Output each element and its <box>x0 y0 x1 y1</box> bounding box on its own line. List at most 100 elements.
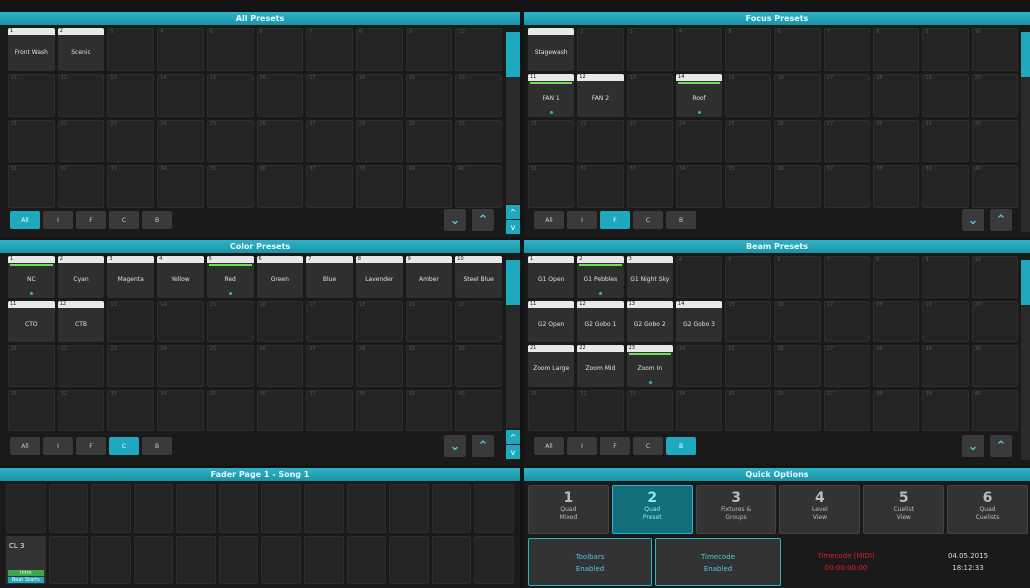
scrollbar[interactable] <box>1021 260 1030 460</box>
scroll-up-icon[interactable]: ⌃ <box>990 209 1012 231</box>
filter-button[interactable]: I <box>43 211 73 229</box>
empty-preset-slot: 33 <box>107 389 155 431</box>
preset-number: 15 <box>728 74 735 81</box>
scroll-up-icon[interactable]: ⌃ <box>472 209 494 231</box>
preset-cell[interactable]: 12 G2 Gobo 1 <box>577 300 624 342</box>
filter-button[interactable]: C <box>633 437 663 455</box>
scroll-up-icon[interactable]: ⌃ <box>472 435 494 457</box>
cue-step: Intro <box>8 570 44 576</box>
quick-option-button[interactable]: 1 Quad Mixed <box>528 485 609 534</box>
preset-number: 40 <box>458 166 465 173</box>
preset-cell[interactable]: 7 Blue <box>306 256 353 298</box>
preset-cell[interactable]: 13 G2 Gobo 2 <box>626 300 673 342</box>
preset-cell[interactable]: 11 FAN 1 <box>528 73 575 117</box>
preset-cell[interactable]: 3 G1 Night Sky <box>626 256 673 298</box>
quick-option-button[interactable]: 3 Fixtures & Groups <box>695 485 777 534</box>
filter-button[interactable]: B <box>142 211 172 229</box>
filter-button[interactable]: F <box>600 437 630 455</box>
filter-button[interactable]: I <box>43 437 73 455</box>
scroll-down-arrow[interactable]: v <box>506 220 520 234</box>
preset-cell[interactable]: Stagewash <box>528 28 575 71</box>
filter-button[interactable]: F <box>76 437 106 455</box>
preset-cell[interactable]: 23 Zoom In <box>626 345 673 387</box>
filter-button[interactable]: All <box>534 211 564 229</box>
preset-cell[interactable]: 2 G1 Pebbles <box>577 256 624 298</box>
empty-preset-slot: 15 <box>206 300 254 342</box>
preset-cell[interactable]: 3 Magenta <box>107 256 155 298</box>
filter-button[interactable]: B <box>666 211 696 229</box>
preset-number: 24 <box>678 346 686 352</box>
preset-cell[interactable]: 10 Steel Blue <box>455 256 502 298</box>
preset-number: 15 <box>728 301 735 308</box>
empty-preset-slot: 19 <box>922 300 969 342</box>
filter-button[interactable]: F <box>600 211 630 229</box>
filter-button[interactable]: All <box>10 437 40 455</box>
preset-label: Blue <box>322 276 337 284</box>
preset-cell[interactable]: 6 Green <box>256 256 304 298</box>
filter-button[interactable]: B <box>142 437 172 455</box>
quick-option-button[interactable]: 6 Quad Cuelists <box>947 485 1028 534</box>
empty-preset-slot: 10 <box>971 28 1018 71</box>
filter-button[interactable]: C <box>109 211 139 229</box>
quick-option-button[interactable]: 2 Quad Preset <box>611 485 693 534</box>
timecode-toggle[interactable]: Timecode Enabled <box>655 538 781 586</box>
scroll-down-arrow[interactable]: v <box>506 445 520 459</box>
filter-button[interactable]: F <box>76 211 106 229</box>
scroll-up-icon[interactable]: ⌃ <box>990 435 1012 457</box>
empty-preset-slot: 16 <box>774 73 821 117</box>
filter-button[interactable]: All <box>534 437 564 455</box>
preset-cell[interactable]: 5 Red <box>206 256 254 298</box>
preset-number: 8 <box>358 29 363 35</box>
preset-cell[interactable]: 14 G2 Gobo 3 <box>675 300 723 342</box>
preset-cell[interactable]: 11 G2 Open <box>528 300 575 342</box>
cuelist-fader-cell[interactable]: CL 3 Intro Beat Starts <box>6 535 46 584</box>
preset-cell[interactable]: 12 CTB <box>57 300 105 342</box>
filter-button[interactable]: All <box>10 211 40 229</box>
option-number: 6 <box>982 490 993 506</box>
preset-number: 35 <box>728 166 735 173</box>
quick-option-button[interactable]: 5 Cuelist View <box>863 485 945 534</box>
preset-number: 7 <box>826 257 830 263</box>
filter-button[interactable]: I <box>567 211 597 229</box>
scroll-down-icon[interactable]: ⌄ <box>962 209 984 231</box>
filter-bar: All I F C B <box>0 207 172 233</box>
empty-fader-slot <box>474 484 514 533</box>
filter-button[interactable]: C <box>633 211 663 229</box>
scrollbar[interactable] <box>506 260 520 428</box>
empty-preset-slot: 4 <box>675 256 723 298</box>
preset-cell[interactable]: 1 Front Wash <box>8 28 55 71</box>
empty-fader-slot <box>48 484 89 533</box>
preset-cell[interactable]: 2 Scenic <box>57 28 105 71</box>
empty-preset-slot: 17 <box>823 300 871 342</box>
preset-cell[interactable]: 14 Roof <box>675 73 723 117</box>
preset-cell[interactable]: 1 G1 Open <box>528 256 575 298</box>
empty-preset-slot: 33 <box>626 165 673 208</box>
scroll-up-arrow[interactable]: ^ <box>506 430 520 444</box>
preset-number: 20 <box>974 301 982 308</box>
scrollbar[interactable] <box>506 32 520 204</box>
scroll-down-icon[interactable]: ⌄ <box>444 209 466 231</box>
toolbars-toggle[interactable]: Toolbars Enabled <box>528 538 652 586</box>
empty-preset-slot: 25 <box>206 345 254 387</box>
preset-cell[interactable]: 12 FAN 2 <box>577 73 624 117</box>
preset-cell[interactable]: 21 Zoom Large <box>528 345 575 387</box>
scroll-down-icon[interactable]: ⌄ <box>962 435 984 457</box>
scroll-down-icon[interactable]: ⌄ <box>444 435 466 457</box>
scrollbar[interactable] <box>1021 32 1030 232</box>
empty-preset-slot: 32 <box>57 165 105 208</box>
scroll-up-arrow[interactable]: ^ <box>506 205 520 219</box>
preset-cell[interactable]: 1 NC <box>8 256 55 298</box>
empty-preset-slot: 13 <box>107 73 155 117</box>
quick-option-button[interactable]: 4 Level View <box>779 485 861 534</box>
preset-number: 40 <box>458 390 465 397</box>
preset-cell[interactable]: 22 Zoom Mid <box>577 345 624 387</box>
option-number: 1 <box>563 490 574 506</box>
filter-button[interactable]: B <box>666 437 696 455</box>
preset-cell[interactable]: 11 CTO <box>8 300 55 342</box>
preset-cell[interactable]: 4 Yellow <box>157 256 204 298</box>
filter-button[interactable]: C <box>109 437 139 455</box>
preset-cell[interactable]: 9 Amber <box>405 256 453 298</box>
preset-cell[interactable]: 8 Lavender <box>355 256 403 298</box>
preset-cell[interactable]: 2 Cyan <box>57 256 105 298</box>
filter-button[interactable]: I <box>567 437 597 455</box>
